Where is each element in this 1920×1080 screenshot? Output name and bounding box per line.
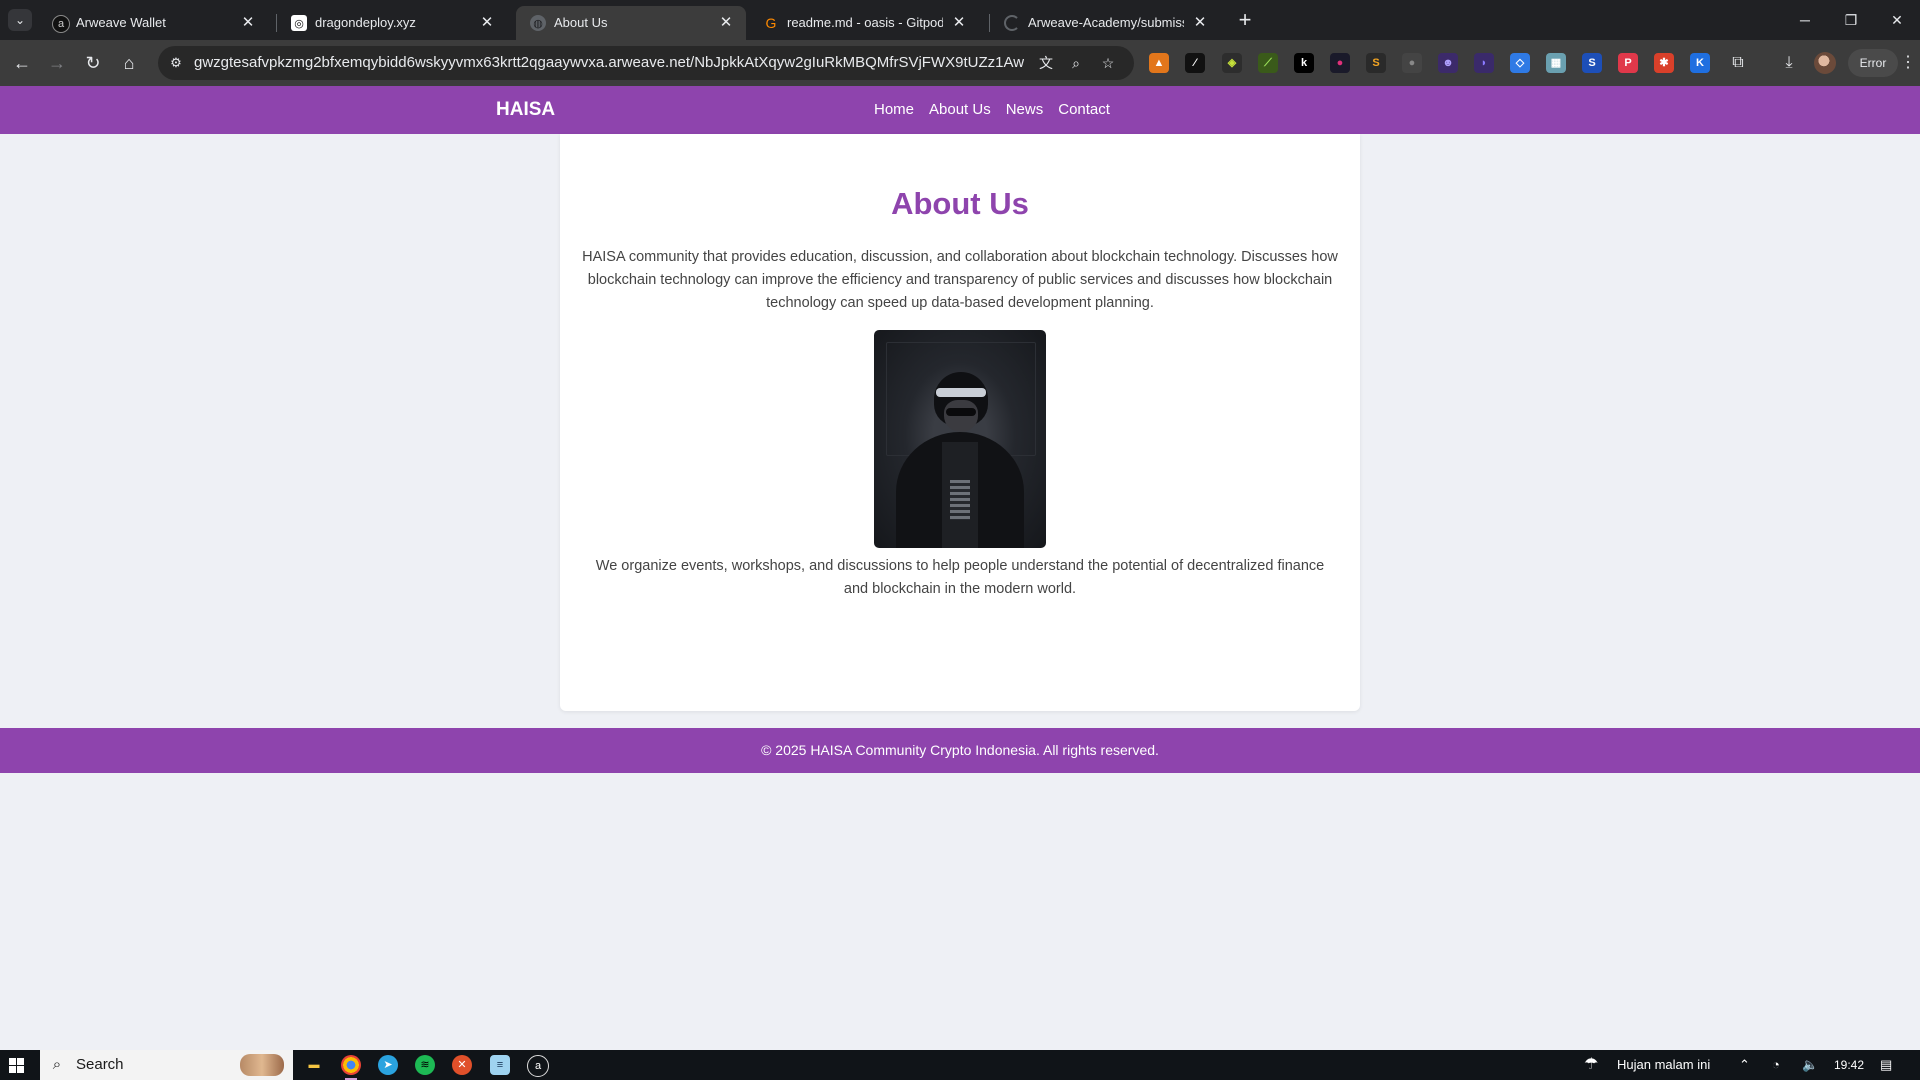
new-tab-button[interactable]: + bbox=[1232, 8, 1258, 34]
weather-text[interactable]: Hujan malam ini bbox=[1617, 1050, 1710, 1080]
nav-link-home[interactable]: Home bbox=[874, 101, 914, 119]
clock-time[interactable]: 19:42 bbox=[1834, 1050, 1864, 1080]
tab-arweave-wallet[interactable]: a Arweave Wallet ✕ bbox=[38, 6, 268, 40]
tab-about-us[interactable]: ◍ About Us ✕ bbox=[516, 6, 746, 40]
tab-title: About Us bbox=[554, 15, 608, 30]
bookmark-star-icon[interactable]: ☆ bbox=[1098, 53, 1118, 73]
app-icon[interactable]: ✕ bbox=[452, 1055, 472, 1075]
globe-icon: ◍ bbox=[530, 15, 546, 31]
minimize-button[interactable]: ─ bbox=[1782, 6, 1828, 34]
address-bar[interactable]: ⚙ gwzgtesafvpkzmg2bfxemqybidd6wskyyvmx63… bbox=[158, 46, 1134, 80]
extension-icon[interactable]: k bbox=[1294, 53, 1314, 73]
spotify-icon[interactable]: ≋ bbox=[415, 1055, 435, 1075]
dragondeploy-icon: ◎ bbox=[291, 15, 307, 31]
telegram-icon[interactable]: ➤ bbox=[378, 1055, 398, 1075]
tab-gitpod-readme[interactable]: G readme.md - oasis - Gitpod Co ✕ bbox=[749, 6, 979, 40]
url-text[interactable]: gwzgtesafvpkzmg2bfxemqybidd6wskyyvmx63kr… bbox=[194, 55, 1024, 71]
translate-icon[interactable]: 文 bbox=[1036, 53, 1056, 73]
browser-toolbar: ← → ↻ ⌂ ⚙ gwzgtesafvpkzmg2bfxemqybidd6ws… bbox=[0, 40, 1920, 86]
search-highlight-image bbox=[240, 1054, 284, 1076]
back-button[interactable]: ← bbox=[10, 51, 34, 75]
site-nav-links: Home About Us News Contact bbox=[874, 101, 1125, 119]
nav-link-news[interactable]: News bbox=[1006, 101, 1044, 119]
volume-icon[interactable]: 🔈 bbox=[1802, 1050, 1818, 1080]
site-info-icon[interactable]: ⚙ bbox=[166, 53, 186, 73]
tab-title: Arweave-Academy/submission bbox=[1028, 15, 1184, 30]
nav-link-contact[interactable]: Contact bbox=[1058, 101, 1110, 119]
wifi-icon[interactable]: ◔ bbox=[1772, 1050, 1780, 1080]
taskbar-search-box[interactable]: ⌕ Search bbox=[40, 1050, 293, 1080]
metamask-extension-icon[interactable]: ▲ bbox=[1149, 53, 1169, 73]
extension-icon[interactable]: ⁄ bbox=[1185, 53, 1205, 73]
tab-title: readme.md - oasis - Gitpod Co bbox=[787, 15, 943, 30]
extension-icon[interactable]: ▦ bbox=[1546, 53, 1566, 73]
about-paragraph: HAISA community that provides education,… bbox=[582, 249, 1338, 311]
chevron-up-icon[interactable]: ⌃ bbox=[1739, 1050, 1750, 1080]
notepad-icon[interactable]: ≡ bbox=[490, 1055, 510, 1075]
download-icon[interactable]: ⤓ bbox=[1778, 52, 1800, 74]
tab-title: dragondeploy.xyz bbox=[315, 15, 416, 30]
reload-button[interactable]: ↻ bbox=[81, 51, 105, 75]
extension-icon[interactable]: ◈ bbox=[1222, 53, 1242, 73]
about-card: About Us HAISA community that provides e… bbox=[560, 134, 1360, 711]
extension-icon[interactable]: ☻ bbox=[1438, 53, 1458, 73]
extension-icon[interactable]: S bbox=[1366, 53, 1386, 73]
zoom-icon[interactable]: ⌕ bbox=[1066, 53, 1086, 73]
extensions-puzzle-icon[interactable]: ⧉ bbox=[1727, 52, 1749, 74]
weather-icon[interactable]: ☂ bbox=[1584, 1050, 1598, 1080]
tab-search-button[interactable]: ⌄ bbox=[8, 9, 32, 31]
site-footer: © 2025 HAISA Community Crypto Indonesia.… bbox=[0, 728, 1920, 773]
events-paragraph: We organize events, workshops, and discu… bbox=[595, 558, 1325, 597]
close-icon[interactable]: ✕ bbox=[477, 13, 497, 33]
extension-icon[interactable]: K bbox=[1690, 53, 1710, 73]
extension-icon[interactable]: ● bbox=[1402, 53, 1422, 73]
taskbar-search-label: Search bbox=[76, 1056, 124, 1073]
site-brand-logo[interactable]: HAISA bbox=[496, 99, 555, 121]
tab-dragondeploy[interactable]: ◎ dragondeploy.xyz ✕ bbox=[277, 6, 507, 40]
gitpod-icon: G bbox=[765, 15, 777, 31]
extension-icon[interactable]: ◇ bbox=[1510, 53, 1530, 73]
page-title: About Us bbox=[891, 186, 1029, 221]
windows-start-icon[interactable] bbox=[9, 1058, 24, 1073]
chrome-icon[interactable] bbox=[341, 1055, 361, 1080]
browser-tab-bar: ⌄ a Arweave Wallet ✕ ◎ dragondeploy.xyz … bbox=[0, 0, 1920, 40]
extension-icon[interactable]: P bbox=[1618, 53, 1638, 73]
menu-kebab-icon[interactable]: ⋮ bbox=[1900, 53, 1916, 73]
extension-icon[interactable]: ◗ bbox=[1474, 53, 1494, 73]
window-close-button[interactable]: ✕ bbox=[1874, 6, 1920, 34]
close-icon[interactable]: ✕ bbox=[238, 13, 258, 33]
notification-icon[interactable]: ▤ bbox=[1880, 1050, 1892, 1080]
tab-title: Arweave Wallet bbox=[76, 15, 166, 30]
community-portrait-image bbox=[874, 330, 1046, 548]
extension-icon[interactable]: ✱ bbox=[1654, 53, 1674, 73]
tab-arweave-academy[interactable]: Arweave-Academy/submission ✕ bbox=[990, 6, 1220, 40]
profile-error-chip[interactable]: Error bbox=[1848, 49, 1898, 77]
profile-avatar[interactable] bbox=[1814, 52, 1836, 74]
close-icon[interactable]: ✕ bbox=[949, 13, 969, 33]
home-button[interactable]: ⌂ bbox=[117, 51, 141, 75]
arweave-app-icon[interactable]: a bbox=[527, 1055, 549, 1077]
search-icon: ⌕ bbox=[52, 1056, 62, 1073]
windows-taskbar: ⌕ Search ▬ ➤ ≋ ✕ ≡ a ☂ Hujan malam ini ⌃… bbox=[0, 1050, 1920, 1080]
restore-button[interactable]: ❐ bbox=[1828, 6, 1874, 34]
close-icon[interactable]: ✕ bbox=[716, 13, 736, 33]
forward-button[interactable]: → bbox=[45, 51, 69, 75]
nav-link-about-us[interactable]: About Us bbox=[929, 101, 991, 119]
extension-icon[interactable]: ⟋ bbox=[1258, 53, 1278, 73]
close-icon[interactable]: ✕ bbox=[1190, 13, 1210, 33]
site-navbar: HAISA Home About Us News Contact bbox=[0, 86, 1920, 134]
loading-icon bbox=[1004, 15, 1020, 31]
arweave-icon: a bbox=[52, 15, 70, 33]
extension-icon[interactable]: ● bbox=[1330, 53, 1350, 73]
file-explorer-icon[interactable]: ▬ bbox=[304, 1055, 324, 1075]
footer-copyright: © 2025 HAISA Community Crypto Indonesia.… bbox=[761, 742, 1159, 758]
extension-icon[interactable]: S bbox=[1582, 53, 1602, 73]
